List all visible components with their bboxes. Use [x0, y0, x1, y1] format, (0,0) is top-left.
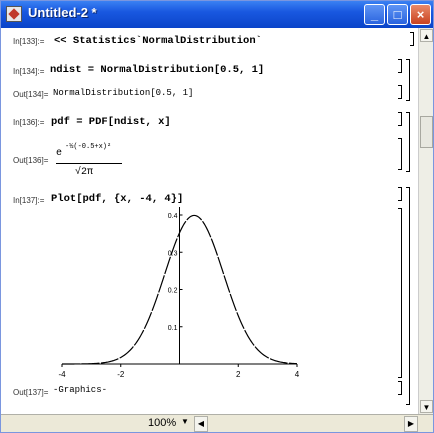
- zoom-level[interactable]: 100%: [148, 417, 176, 429]
- group-bracket[interactable]: [406, 187, 410, 405]
- cell-bracket[interactable]: [398, 138, 402, 170]
- output-cell: NormalDistribution[0.5, 1]: [53, 88, 194, 98]
- cell-label: Out[137]=: [13, 388, 49, 397]
- scroll-down-arrow-icon[interactable]: ▼: [420, 400, 433, 413]
- formula-exponent: -½(-0.5+x)²: [65, 143, 112, 151]
- title-bar[interactable]: Untitled-2 * _ □ ×: [1, 1, 433, 28]
- formula-base: e: [56, 148, 63, 159]
- y-tick-label: 0.1: [168, 325, 178, 332]
- maximize-button[interactable]: □: [387, 4, 408, 25]
- x-tick-label: 2: [236, 370, 241, 379]
- pdf-plot: -4 -2 2 40.10.20.30.4: [58, 207, 300, 379]
- scroll-up-arrow-icon[interactable]: ▲: [420, 29, 433, 42]
- plot-axes: [62, 207, 297, 365]
- y-tick-label: 0.4: [168, 213, 178, 220]
- input-cell[interactable]: ndist = NormalDistribution[0.5, 1]: [50, 64, 264, 76]
- cell-bracket[interactable]: [398, 208, 402, 378]
- x-tick-label: -2: [117, 370, 125, 379]
- notebook-content[interactable]: In[133]:= << Statistics`NormalDistributi…: [1, 28, 417, 414]
- notebook-window: Untitled-2 * _ □ × In[133]:= << Statisti…: [0, 0, 434, 433]
- y-tick-label: 0.2: [168, 288, 178, 295]
- group-bracket[interactable]: [406, 59, 410, 101]
- cell-label: In[133]:=: [13, 37, 45, 46]
- cell-bracket[interactable]: [398, 187, 402, 201]
- minimize-button[interactable]: _: [364, 4, 385, 25]
- cell-bracket[interactable]: [398, 59, 402, 73]
- close-button[interactable]: ×: [410, 4, 431, 25]
- zoom-dropdown-icon[interactable]: ▼: [181, 417, 189, 426]
- cell-bracket[interactable]: [410, 32, 414, 46]
- fraction-bar: [56, 163, 122, 164]
- vertical-scrollbar[interactable]: ▲ ▼: [418, 28, 433, 414]
- x-tick-label: -4: [58, 370, 66, 379]
- pdf-formula: e -½(-0.5+x)² √2π: [56, 143, 126, 184]
- window-title: Untitled-2 *: [28, 5, 97, 20]
- mathematica-icon: [6, 6, 22, 22]
- x-tick-label: 4: [295, 370, 300, 379]
- status-bar: 100% ▼ ◀ ▶: [1, 414, 433, 432]
- cell-label: In[134]:=: [13, 67, 45, 76]
- scroll-thumb[interactable]: [420, 116, 433, 148]
- group-bracket[interactable]: [406, 112, 410, 172]
- output-cell: -Graphics-: [53, 385, 108, 395]
- scroll-left-arrow-icon[interactable]: ◀: [194, 416, 208, 432]
- scroll-right-arrow-icon[interactable]: ▶: [404, 416, 418, 432]
- formula-denominator: √2π: [75, 167, 94, 178]
- cell-bracket[interactable]: [398, 112, 402, 126]
- input-cell[interactable]: << Statistics`NormalDistribution`: [54, 35, 262, 47]
- cell-label: Out[134]=: [13, 90, 49, 99]
- cell-label: In[136]:=: [13, 118, 45, 127]
- cell-bracket[interactable]: [398, 85, 402, 99]
- cell-bracket[interactable]: [398, 381, 402, 395]
- cell-label: In[137]:=: [13, 196, 45, 205]
- input-cell[interactable]: pdf = PDF[ndist, x]: [51, 116, 171, 128]
- cell-label: Out[136]=: [13, 156, 49, 165]
